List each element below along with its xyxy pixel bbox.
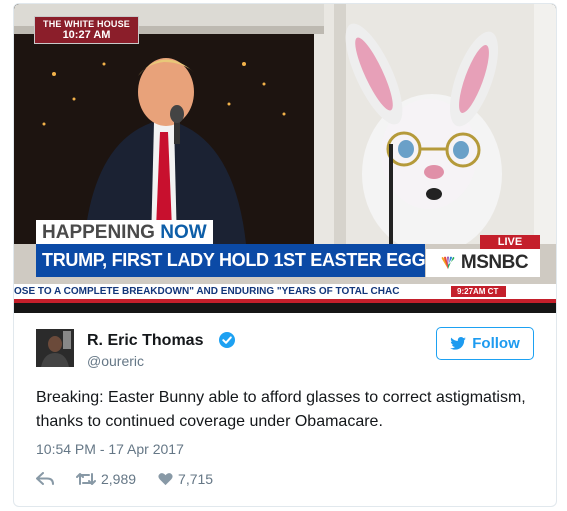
news-headline: TRUMP, FIRST LADY HOLD 1ST EASTER EGG RO… [36, 244, 425, 277]
bug-location: THE WHITE HOUSE [43, 19, 131, 29]
ticker-divider [14, 299, 556, 303]
twitter-bird-icon [450, 337, 467, 350]
like-count: 7,715 [178, 471, 214, 487]
network-name: MSNBC [460, 252, 529, 273]
white-house-bug: THE WHITE HOUSE 10:27 AM [34, 16, 140, 44]
reply-button[interactable] [36, 472, 54, 486]
live-badge: LIVE [480, 235, 540, 249]
avatar-image [36, 329, 74, 367]
follow-button[interactable]: Follow [436, 327, 534, 360]
tweet-actions: 2,989 7,715 [36, 471, 235, 487]
happening-label: HAPPENING [42, 222, 155, 243]
tweet-timestamp[interactable]: 10:54 PM - 17 Apr 2017 [36, 441, 184, 457]
tweet-media-video[interactable]: THE WHITE HOUSE 10:27 AM HAPPENING NOW T… [14, 4, 556, 313]
avatar[interactable] [36, 329, 74, 367]
retweet-count: 2,989 [101, 471, 137, 487]
ticker-text: OSE TO A COMPLETE BREAKDOWN" AND ENDURIN… [14, 286, 400, 297]
ticker-time: 9:27AM CT [451, 286, 507, 297]
tweet-text: Breaking: Easter Bunny able to afford gl… [36, 389, 526, 430]
news-ticker: OSE TO A COMPLETE BREAKDOWN" AND ENDURIN… [14, 284, 556, 299]
author-handle[interactable]: @oureric [87, 353, 144, 369]
msnbc-logo: MSNBC [426, 249, 540, 277]
retweet-button[interactable]: 2,989 [76, 471, 136, 487]
bug-time: 10:27 AM [62, 29, 111, 41]
happening-now-banner: HAPPENING NOW [36, 220, 213, 244]
follow-label: Follow [472, 335, 520, 352]
tweet-card: THE WHITE HOUSE 10:27 AM HAPPENING NOW T… [13, 3, 557, 507]
author-name[interactable]: R. Eric Thomas [87, 332, 203, 350]
peacock-icon [441, 256, 455, 269]
now-label: NOW [160, 222, 207, 243]
like-button[interactable]: 7,715 [158, 471, 213, 487]
reply-icon [36, 472, 54, 485]
retweet-icon [76, 473, 96, 485]
heart-icon [158, 473, 173, 486]
verified-badge-icon [219, 332, 235, 348]
